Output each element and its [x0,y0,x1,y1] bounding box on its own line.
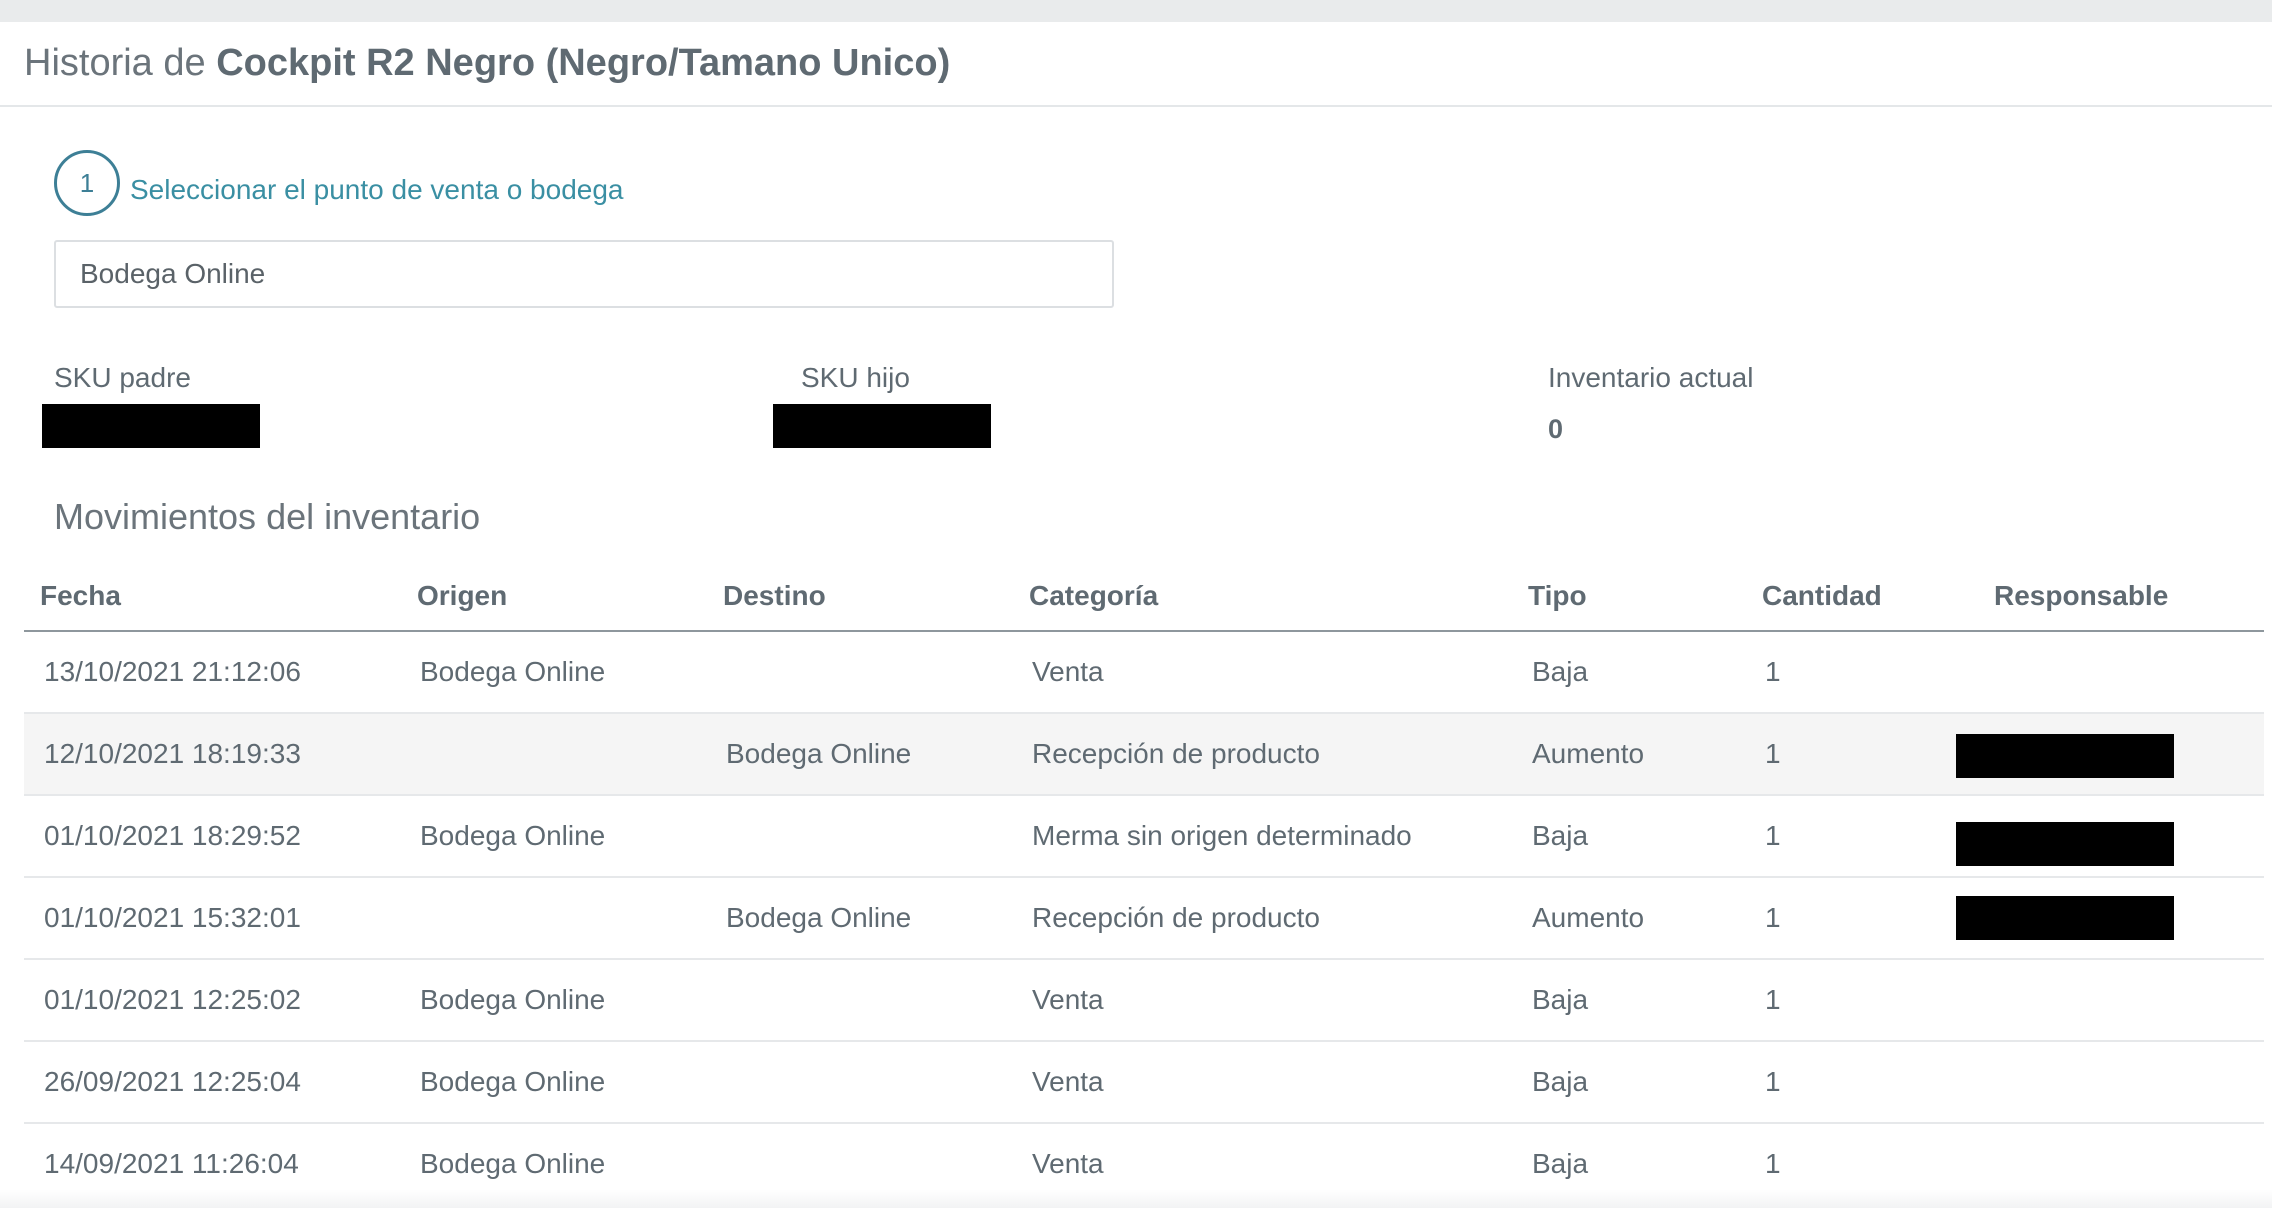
cell-categoria: Merma sin origen determinado [1032,820,1412,851]
cell-fecha: 01/10/2021 15:32:01 [44,902,301,933]
sku-hijo-label: SKU hijo [801,362,910,393]
table-row: 13/10/2021 21:12:06 Bodega Online Venta … [24,632,2264,714]
cell-cantidad: 1 [1765,984,1781,1015]
table-header: Fecha Origen Destino Categoría Tipo Cant… [24,568,2264,632]
sku-padre-label: SKU padre [54,362,191,393]
location-select[interactable]: Bodega Online [54,240,1114,308]
cell-origen: Bodega Online [420,1148,606,1179]
sku-padre-redacted [42,404,260,448]
responsable-redacted [1956,896,2174,940]
cell-origen: Bodega Online [420,820,606,851]
location-select-value: Bodega Online [80,258,266,289]
cell-fecha: 01/10/2021 18:29:52 [44,820,301,851]
table-row: 01/10/2021 15:32:01 Bodega Online Recepc… [24,878,2264,960]
cell-cantidad: 1 [1765,1066,1781,1097]
cell-tipo: Baja [1532,984,1589,1015]
column-header-origen[interactable]: Origen [417,580,507,612]
column-header-categoria[interactable]: Categoría [1029,580,1158,612]
sku-hijo-redacted [773,404,991,448]
column-header-cantidad[interactable]: Cantidad [1762,580,1882,612]
cell-categoria: Recepción de producto [1032,738,1320,769]
cell-origen: Bodega Online [420,1066,606,1097]
inventario-actual-value: 0 [1548,414,1564,444]
cell-fecha: 12/10/2021 18:19:33 [44,738,301,769]
cell-cantidad: 1 [1765,820,1781,851]
table-row: 12/10/2021 18:19:33 Bodega Online Recepc… [24,714,2264,796]
cell-destino: Bodega Online [726,738,912,769]
column-header-tipo[interactable]: Tipo [1528,580,1587,612]
table-row: 01/10/2021 18:29:52 Bodega Online Merma … [24,796,2264,878]
bottom-fade [0,1190,2272,1208]
cell-origen: Bodega Online [420,984,606,1015]
column-header-responsable[interactable]: Responsable [1994,580,2168,612]
inventario-actual-label: Inventario actual [1548,362,1754,393]
title-prefix: Historia de [24,42,206,84]
cell-cantidad: 1 [1765,738,1781,769]
cell-fecha: 01/10/2021 12:25:02 [44,984,301,1015]
responsable-redacted [1956,822,2174,866]
cell-tipo: Baja [1532,1066,1589,1097]
cell-origen: Bodega Online [420,656,606,687]
cell-categoria: Venta [1032,656,1104,687]
page-title: Historia de Cockpit R2 Negro (Negro/Tama… [24,42,950,85]
cell-tipo: Aumento [1532,738,1645,769]
cell-fecha: 13/10/2021 21:12:06 [44,656,301,687]
table-row: 01/10/2021 12:25:02 Bodega Online Venta … [24,960,2264,1042]
page-header: Historia de Cockpit R2 Negro (Negro/Tama… [0,22,2272,107]
cell-categoria: Venta [1032,1066,1104,1097]
step-indicator: 1 Seleccionar el punto de venta o bodega [54,148,624,218]
cell-fecha: 14/09/2021 11:26:04 [44,1148,299,1179]
cell-tipo: Baja [1532,656,1589,687]
step-label: Seleccionar el punto de venta o bodega [130,174,624,205]
movements-title: Movimientos del inventario [54,496,481,537]
product-name: Cockpit R2 Negro (Negro/Tamano Unico) [216,42,951,84]
cell-destino: Bodega Online [726,902,912,933]
top-strip [0,0,2272,22]
step-number-circle: 1 [54,150,120,216]
movements-table: Fecha Origen Destino Categoría Tipo Cant… [24,568,2264,1206]
cell-fecha: 26/09/2021 12:25:04 [44,1066,301,1097]
cell-cantidad: 1 [1765,1148,1781,1179]
cell-categoria: Venta [1032,984,1104,1015]
column-header-destino[interactable]: Destino [723,580,826,612]
cell-cantidad: 1 [1765,902,1781,933]
cell-cantidad: 1 [1765,656,1781,687]
cell-tipo: Baja [1532,1148,1589,1179]
cell-categoria: Venta [1032,1148,1104,1179]
cell-tipo: Aumento [1532,902,1645,933]
cell-categoria: Recepción de producto [1032,902,1320,933]
cell-tipo: Baja [1532,820,1589,851]
table-row: 26/09/2021 12:25:04 Bodega Online Venta … [24,1042,2264,1124]
column-header-fecha[interactable]: Fecha [40,580,121,612]
responsable-redacted [1956,734,2174,778]
